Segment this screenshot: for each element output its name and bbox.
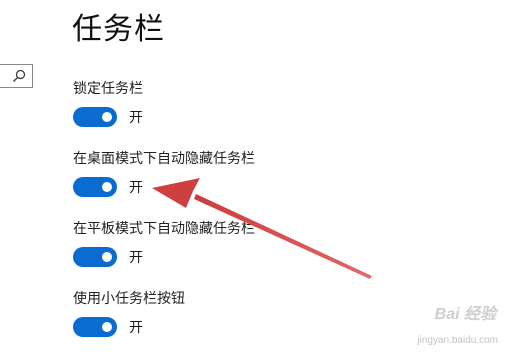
toggle-knob (102, 252, 112, 262)
taskbar-settings-page: 任务栏 锁定任务栏 开 在桌面模式下自动隐藏任务栏 开 在平板模式下自动隐藏任务… (0, 0, 510, 358)
watermark: Bai 经验 jingyan.baidu.com (388, 306, 506, 354)
toggle-knob (102, 182, 112, 192)
setting-label-small-buttons: 使用小任务栏按钮 (73, 291, 185, 307)
arrow-head (152, 178, 200, 208)
setting-label-autohide-desktop: 在桌面模式下自动隐藏任务栏 (73, 151, 255, 167)
toggle-autohide-tablet[interactable] (73, 247, 117, 267)
setting-label-autohide-tablet: 在平板模式下自动隐藏任务栏 (73, 221, 255, 237)
toggle-autohide-desktop[interactable] (73, 177, 117, 197)
page-title: 任务栏 (72, 12, 165, 47)
toggle-knob (102, 322, 112, 332)
search-icon (13, 69, 26, 82)
toggle-knob (102, 112, 112, 122)
watermark-text: Bai 经验 (434, 306, 496, 323)
toggle-lock-taskbar[interactable] (73, 107, 117, 127)
setting-label-lock-taskbar: 锁定任务栏 (73, 81, 143, 97)
toggle-state-label: 开 (129, 180, 143, 196)
toggle-small-buttons[interactable] (73, 317, 117, 337)
toggle-state-label: 开 (129, 250, 143, 266)
toggle-state-label: 开 (129, 320, 143, 336)
toggle-state-label: 开 (129, 110, 143, 126)
setting-row-small-buttons: 开 (73, 316, 143, 338)
setting-row-lock-taskbar: 开 (73, 106, 143, 128)
setting-row-autohide-desktop: 开 (73, 176, 143, 198)
setting-row-autohide-tablet: 开 (73, 246, 143, 268)
search-box[interactable] (0, 64, 33, 88)
watermark-sub: jingyan.baidu.com (417, 335, 498, 346)
